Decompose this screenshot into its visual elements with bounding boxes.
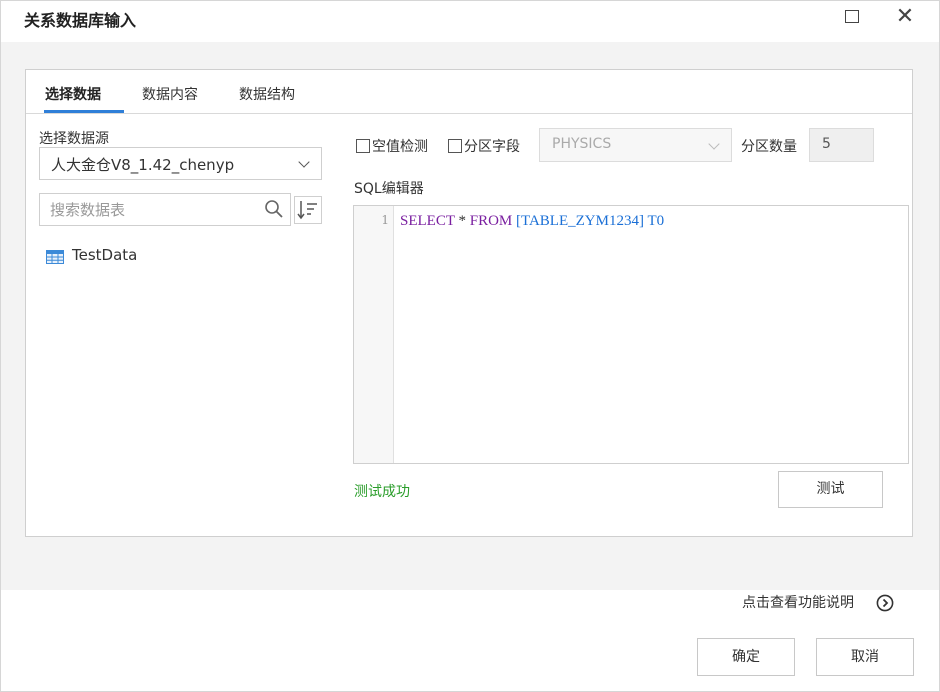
relational-db-input-dialog: 关系数据库输入 ✕ 选择数据 数据内容 数据结构 选择数据源 人大金仓V8_1.… bbox=[0, 0, 940, 692]
partition-count-input: 5 bbox=[809, 128, 874, 162]
datasource-select[interactable]: 人大金仓V8_1.42_chenyp bbox=[39, 147, 322, 180]
sort-icon bbox=[297, 201, 317, 220]
table-search-box bbox=[39, 193, 291, 226]
partition-field-select[interactable]: PHYSICS bbox=[539, 128, 732, 162]
partition-field-checkbox[interactable] bbox=[448, 139, 462, 153]
tab-data-content[interactable]: 数据内容 bbox=[142, 84, 198, 104]
partition-field-value: PHYSICS bbox=[552, 136, 612, 152]
table-search-input[interactable] bbox=[48, 199, 257, 221]
test-status: 测试成功 bbox=[354, 484, 410, 500]
sort-button[interactable] bbox=[294, 196, 322, 224]
partition-field-label: 分区字段 bbox=[464, 139, 520, 155]
cancel-button[interactable]: 取消 bbox=[816, 638, 914, 676]
line-number-gutter: 1 bbox=[354, 206, 394, 463]
chevron-down-icon bbox=[708, 138, 720, 150]
help-link[interactable]: 点击查看功能说明 bbox=[742, 592, 854, 612]
search-icon[interactable] bbox=[264, 199, 284, 219]
partition-count-label: 分区数量 bbox=[741, 139, 797, 155]
sql-table-alias: T0 bbox=[647, 213, 665, 229]
tab-data-structure[interactable]: 数据结构 bbox=[239, 84, 295, 104]
line-number: 1 bbox=[381, 213, 389, 227]
test-button[interactable]: 测试 bbox=[778, 471, 883, 508]
sql-editor-label: SQL编辑器 bbox=[354, 181, 424, 197]
title-bar: 关系数据库输入 ✕ bbox=[1, 1, 939, 41]
active-tab-indicator bbox=[44, 110, 124, 113]
dialog-title: 关系数据库输入 bbox=[24, 11, 137, 30]
ok-button[interactable]: 确定 bbox=[697, 638, 795, 676]
table-name: TestData bbox=[72, 246, 138, 264]
sql-keyword: SELECT bbox=[400, 213, 455, 229]
datasource-label: 选择数据源 bbox=[39, 131, 109, 147]
sql-keyword: FROM bbox=[469, 213, 513, 229]
sql-table-name: [TABLE_ZYM1234] bbox=[516, 213, 644, 229]
table-icon bbox=[46, 250, 64, 264]
sql-editor[interactable]: 1 SELECT * FROM [TABLE_ZYM1234] T0 bbox=[353, 205, 909, 464]
chevron-down-icon bbox=[298, 156, 310, 168]
arrow-right-circle-icon[interactable] bbox=[876, 594, 894, 612]
main-panel: 选择数据 数据内容 数据结构 选择数据源 人大金仓V8_1.42_chenyp bbox=[25, 69, 913, 537]
tab-select-data[interactable]: 选择数据 bbox=[45, 84, 101, 104]
partition-count-value: 5 bbox=[822, 136, 831, 152]
maximize-icon[interactable] bbox=[845, 10, 859, 23]
close-icon[interactable]: ✕ bbox=[894, 3, 916, 31]
null-check-checkbox[interactable] bbox=[356, 139, 370, 153]
sql-code-line[interactable]: SELECT * FROM [TABLE_ZYM1234] T0 bbox=[400, 213, 664, 230]
null-check-label: 空值检测 bbox=[372, 139, 428, 155]
tab-bar: 选择数据 数据内容 数据结构 bbox=[26, 70, 912, 114]
sql-operator: * bbox=[458, 213, 466, 229]
datasource-value: 人大金仓V8_1.42_chenyp bbox=[51, 156, 235, 174]
